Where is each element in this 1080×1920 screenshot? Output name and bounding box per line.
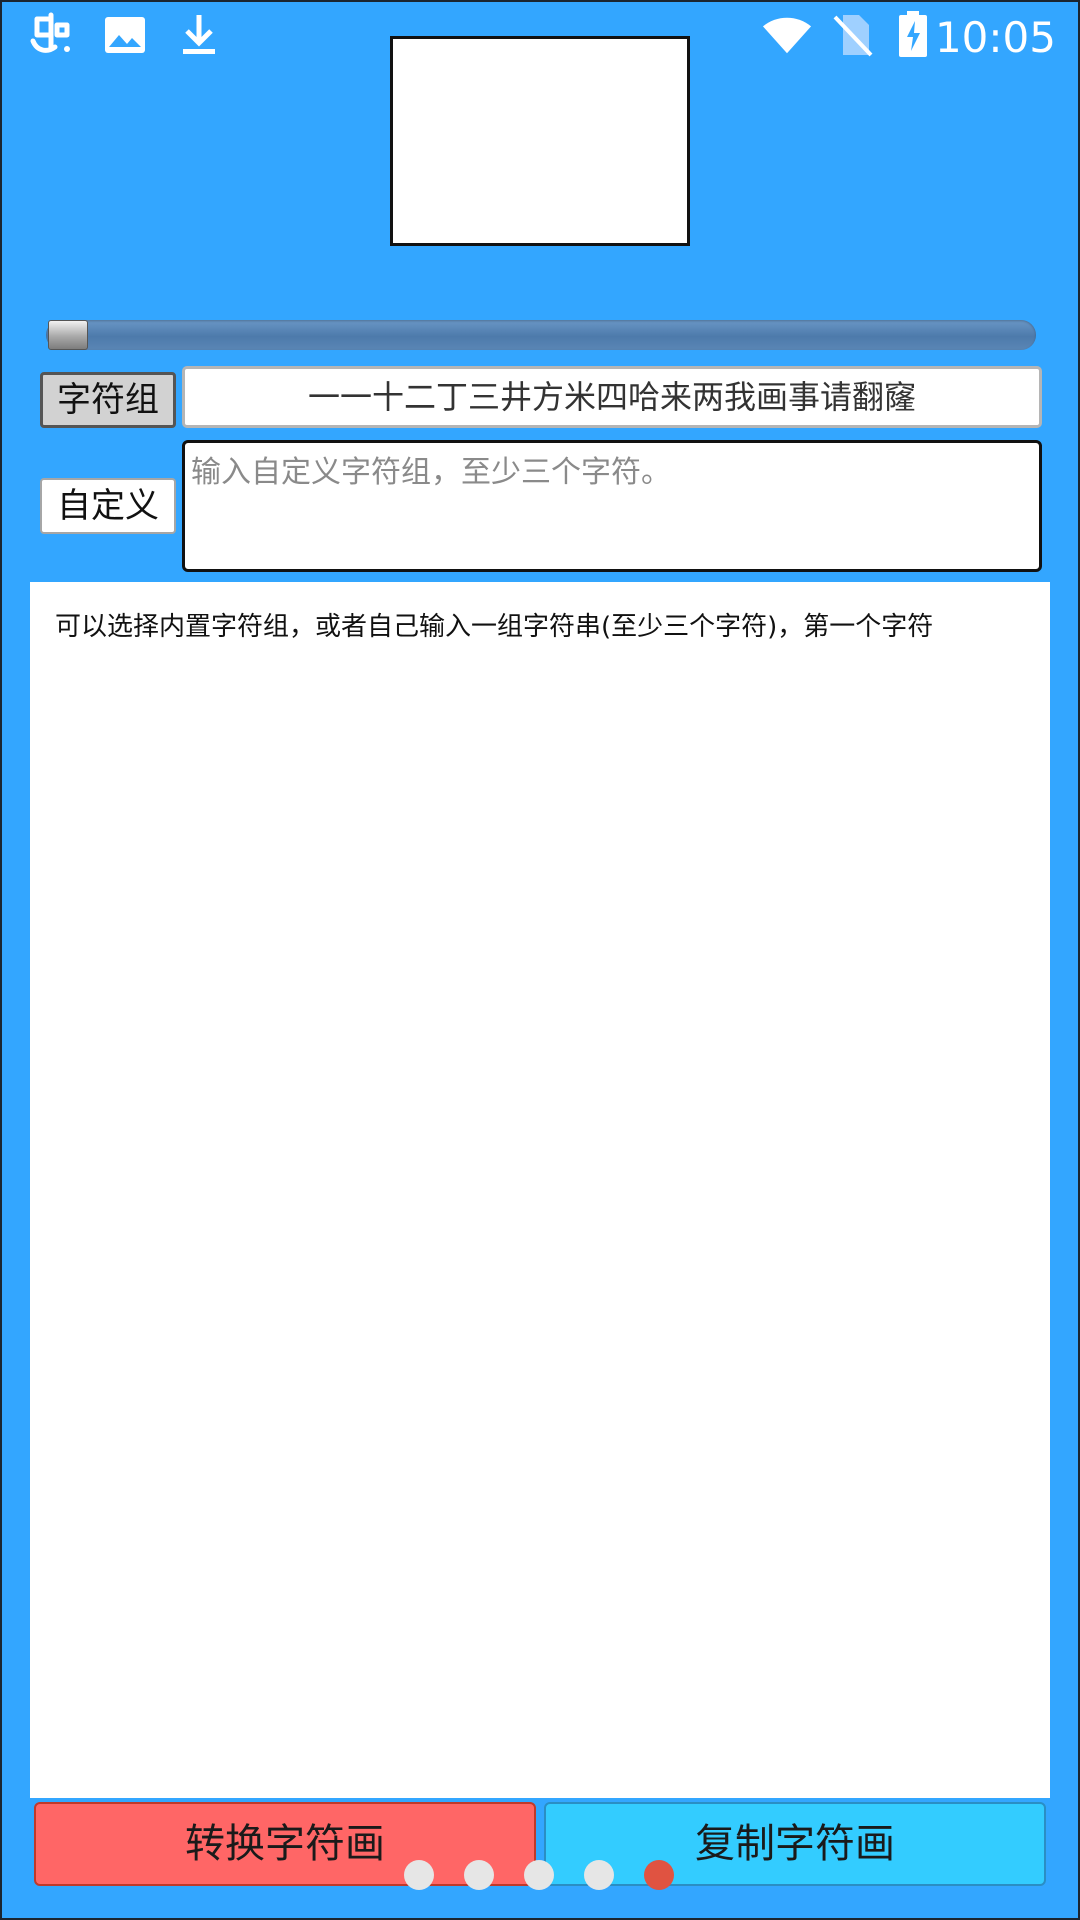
page-dot[interactable] <box>404 1860 434 1890</box>
charset-button[interactable]: 字符组 <box>40 372 176 428</box>
ascii-output-panel[interactable]: 可以选择内置字符组，或者自己输入一组字符串(至少三个字符)，第一个字符 <box>30 582 1050 1798</box>
page-dot[interactable] <box>464 1860 494 1890</box>
density-slider-handle[interactable] <box>48 320 88 350</box>
image-preview[interactable] <box>390 36 690 246</box>
charset-select[interactable]: 一一十二丁三井方米四哈来两我画事请翻窿 <box>182 366 1042 428</box>
no-sim-icon <box>828 10 878 60</box>
custom-charset-button[interactable]: 自定义 <box>40 478 176 534</box>
page-indicator <box>0 1860 1080 1892</box>
custom-charset-input[interactable] <box>182 440 1042 572</box>
status-time: 10:05 <box>934 13 1056 62</box>
download-icon <box>174 10 224 60</box>
app-logo-icon <box>26 10 76 60</box>
battery-charging-icon <box>888 10 938 60</box>
page-dot[interactable] <box>584 1860 614 1890</box>
output-text: 可以选择内置字符组，或者自己输入一组字符串(至少三个字符)，第一个字符 <box>55 612 934 642</box>
image-icon <box>100 10 150 60</box>
page-dot[interactable] <box>644 1860 674 1890</box>
wifi-icon <box>762 10 812 60</box>
page-dot[interactable] <box>524 1860 554 1890</box>
density-slider-track[interactable] <box>46 320 1036 350</box>
